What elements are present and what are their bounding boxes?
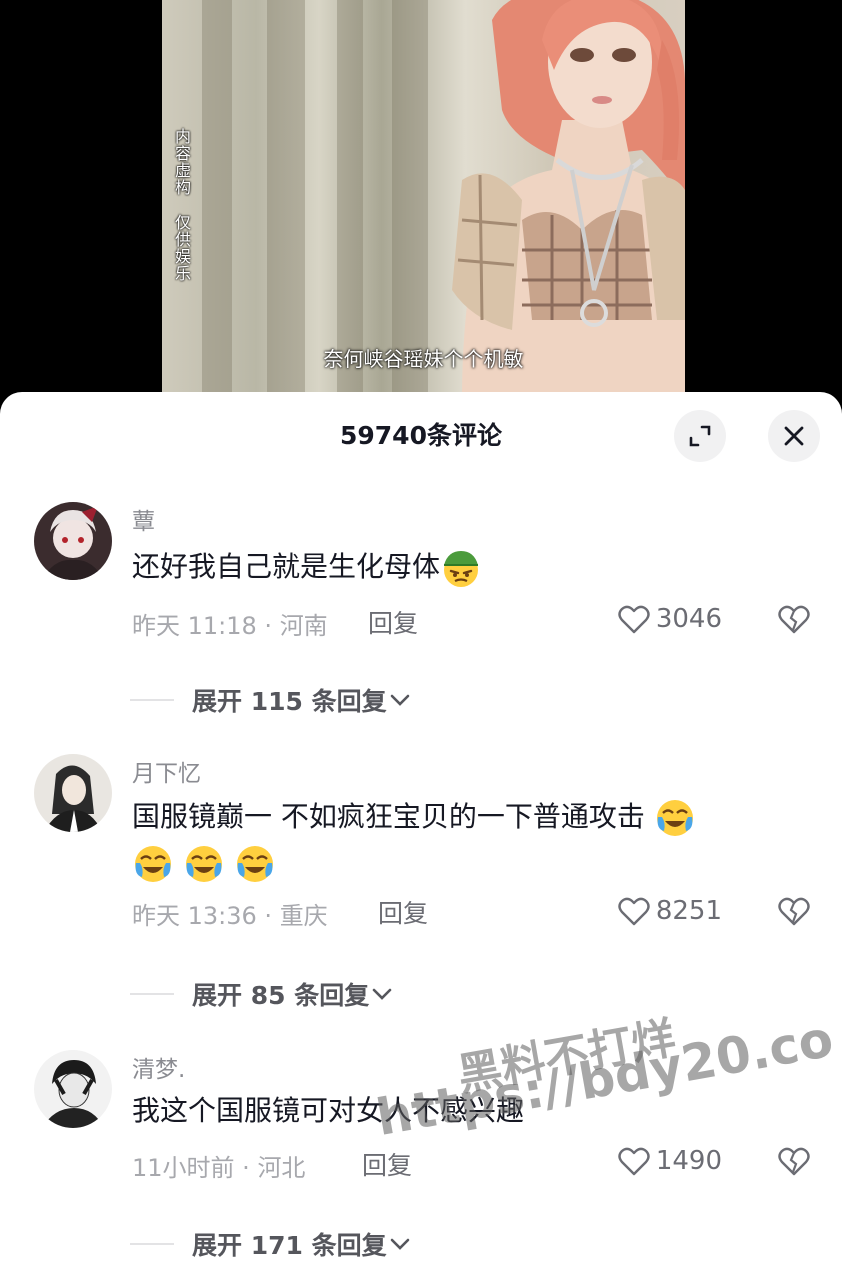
like-count: 8251 [655, 896, 722, 926]
comment-text: 还好我自己就是生化母体 [132, 544, 792, 590]
like-count: 1490 [655, 1146, 722, 1176]
expand-replies-label: 展开 171 条回复 [192, 1231, 387, 1260]
comment-username[interactable]: 月下忆 [132, 754, 201, 788]
reply-button[interactable]: 回复 [362, 1146, 412, 1182]
heart-icon [618, 897, 650, 926]
comment-location: 河南 [279, 612, 328, 640]
chevron-down-icon [390, 1238, 409, 1250]
broken-heart-icon [778, 897, 810, 926]
meta-separator: · [256, 612, 280, 640]
comment-meta: 昨天 13:36 · 重庆 [132, 896, 328, 931]
disclaimer-text: 内容虚构 [174, 127, 191, 197]
divider [130, 993, 174, 995]
expand-replies[interactable]: 展开 85 条回复 [130, 976, 395, 1012]
dislike-button[interactable] [778, 896, 810, 930]
comment-meta: 昨天 11:18 · 河南 [132, 606, 328, 641]
heart-icon [618, 605, 650, 634]
reply-button[interactable]: 回复 [368, 604, 418, 640]
avatar[interactable] [34, 1050, 112, 1128]
close-icon [784, 426, 804, 446]
crying-laughing-emoji [135, 846, 171, 882]
avatar-image [34, 502, 112, 580]
heart-icon [618, 1147, 650, 1176]
comment-text-body: 还好我自己就是生化母体 [132, 550, 441, 583]
chevron-down-icon [372, 988, 392, 1000]
disclaimer-text-2: 仅供娱乐 [174, 213, 191, 283]
dislike-button[interactable] [778, 604, 810, 638]
like-count: 3046 [655, 604, 722, 634]
reply-button[interactable]: 回复 [378, 894, 428, 930]
crying-laughing-emoji [236, 846, 273, 882]
like-button[interactable]: 1490 [618, 1146, 722, 1176]
expand-replies-label: 展开 115 条回复 [192, 687, 387, 716]
character-illustration [452, 0, 685, 400]
comment-username[interactable]: 蕈 [132, 502, 155, 536]
broken-heart-icon [778, 1147, 810, 1176]
meta-separator: · [234, 1154, 258, 1182]
comment-time: 11小时前 [132, 1154, 235, 1182]
divider [130, 1243, 174, 1245]
close-button[interactable] [768, 410, 820, 462]
avatar[interactable] [34, 754, 112, 832]
expand-icon [689, 425, 711, 447]
comment-text-body: 国服镜巅一 不如疯狂宝贝的一下普通攻击 [132, 800, 645, 833]
video-subtitle: 奈何峡谷瑶妹个个机敏 [323, 347, 524, 371]
video-player[interactable]: 内容虚构 仅供娱乐 奈何峡谷瑶妹个个机敏 [0, 0, 842, 420]
like-button[interactable]: 8251 [618, 896, 722, 926]
expand-button[interactable] [674, 410, 726, 462]
comment-meta: 11小时前 · 河北 [132, 1148, 305, 1183]
comment-time: 昨天 13:36 [132, 902, 257, 930]
comment-username[interactable]: 清梦. [132, 1050, 185, 1084]
scheming-face-emoji [444, 551, 479, 587]
avatar-image [34, 1050, 112, 1128]
divider [130, 699, 174, 701]
crying-laughing-emoji [656, 800, 693, 836]
comment-location: 重庆 [279, 902, 328, 930]
comment-location: 河北 [257, 1154, 306, 1182]
avatar[interactable] [34, 502, 112, 580]
avatar-image [34, 754, 112, 832]
comment-time: 昨天 11:18 [132, 612, 257, 640]
expand-replies[interactable]: 展开 171 条回复 [130, 1226, 413, 1262]
comment-text: 国服镜巅一 不如疯狂宝贝的一下普通攻击 [132, 794, 792, 886]
meta-separator: · [256, 902, 280, 930]
expand-replies-label: 展开 85 条回复 [192, 981, 370, 1010]
chevron-down-icon [390, 694, 409, 706]
video-frame[interactable]: 内容虚构 仅供娱乐 奈何峡谷瑶妹个个机敏 [162, 0, 685, 400]
crying-laughing-emoji [185, 846, 222, 882]
comment-sheet: 59740条评论 蕈 还好我自己就是生化母体 昨天 11:18 · 河南 回复 … [0, 392, 842, 1280]
expand-replies[interactable]: 展开 115 条回复 [130, 682, 413, 718]
dislike-button[interactable] [778, 1146, 810, 1180]
broken-heart-icon [778, 605, 810, 634]
like-button[interactable]: 3046 [618, 604, 722, 634]
